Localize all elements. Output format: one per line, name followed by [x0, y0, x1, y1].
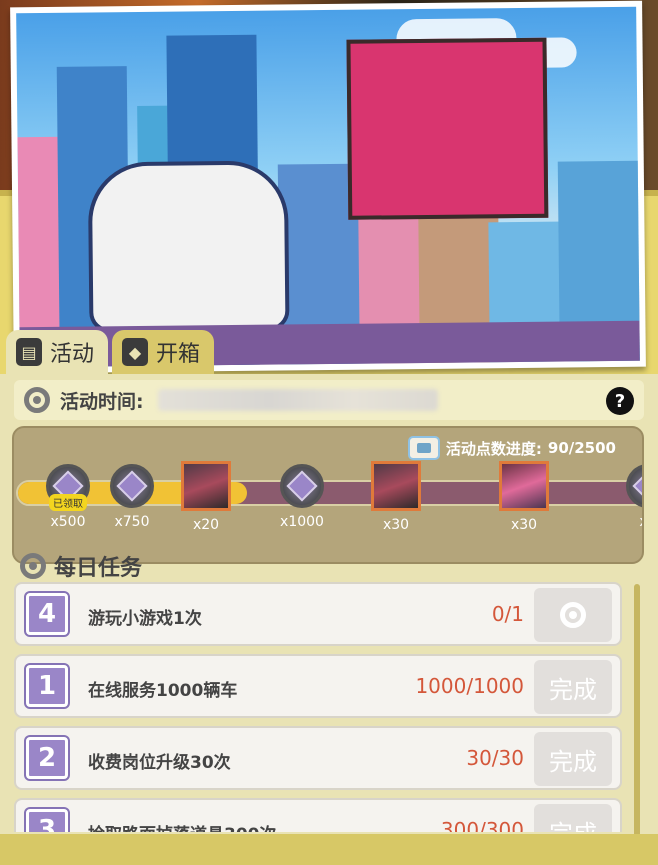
task-count: 30/30	[466, 746, 524, 770]
character-icon	[499, 461, 549, 511]
daily-task-list[interactable]: 4 游玩小游戏1次 0/1 1 在线服务1000辆车 1000/1000 完成 …	[14, 582, 624, 832]
reward-item[interactable]: x1000	[276, 464, 328, 530]
task-name: 捡取路面掉落道具300次	[88, 820, 277, 832]
task-row: 3 捡取路面掉落道具300次 300/300 完成	[14, 798, 622, 832]
reward-item[interactable]: x20	[180, 461, 232, 533]
activity-time-value-redacted: .	[157, 389, 438, 411]
task-count: 1000/1000	[415, 674, 524, 698]
reward-amount: x30	[510, 517, 538, 533]
tab-open-box-label: 开箱	[156, 342, 201, 367]
panel-bottom-edge	[0, 834, 658, 865]
help-button[interactable]: ?	[606, 387, 634, 415]
activity-time-row: 活动时间: . ?	[14, 380, 644, 420]
activity-time-label: 活动时间:	[60, 390, 144, 413]
task-number: 1	[26, 665, 68, 707]
gem-icon	[626, 464, 642, 508]
reward-amount: x500	[50, 514, 86, 530]
claimed-badge: 已领取	[49, 494, 87, 511]
task-number: 2	[26, 737, 68, 779]
points-progress-label: 活动点数进度: 90/2500	[407, 436, 616, 460]
progress-title: 活动点数进度:	[445, 439, 542, 458]
reward-item[interactable]: 已领取 x500	[42, 464, 94, 530]
robot-character	[346, 37, 549, 220]
character-icon	[181, 461, 231, 511]
reward-item[interactable]: x1	[622, 464, 642, 530]
swirl-icon	[24, 387, 50, 413]
reward-amount: x1000	[280, 514, 324, 530]
task-go-button[interactable]	[534, 588, 612, 642]
progress-value: 90/2500	[547, 439, 616, 457]
task-name: 游玩小游戏1次	[88, 609, 202, 629]
tab-activity-label: 活动	[50, 342, 95, 367]
daily-tasks-title: 每日任务	[54, 556, 143, 581]
swirl-icon	[20, 553, 46, 579]
task-number: 3	[26, 809, 68, 832]
activity-content: 活动时间: . ? 活动点数进度: 90/2500 已领取 x500 x750 …	[0, 374, 658, 865]
reward-item[interactable]: x750	[106, 464, 158, 530]
swirl-icon	[560, 602, 586, 628]
tab-activity[interactable]: ▤ 活动	[6, 330, 109, 374]
task-number: 4	[26, 593, 68, 635]
task-row: 4 游玩小游戏1次 0/1	[14, 582, 622, 646]
gem-icon	[110, 464, 154, 508]
gem-icon	[280, 464, 324, 508]
tab-bar: ▤ 活动 ◆ 开箱	[6, 330, 215, 374]
reward-item[interactable]: x30	[370, 461, 422, 533]
task-complete-button[interactable]: 完成	[534, 732, 612, 786]
reward-amount: x750	[114, 514, 150, 530]
police-character	[87, 160, 290, 333]
ticket-icon	[407, 436, 440, 460]
task-complete-button[interactable]: 完成	[534, 660, 612, 714]
reward-item[interactable]: x30	[498, 461, 550, 533]
box-icon: ◆	[122, 338, 149, 366]
banner-illustration	[16, 6, 640, 368]
character-icon	[371, 461, 421, 511]
task-count: 0/1	[491, 602, 524, 626]
reward-amount: x30	[382, 517, 410, 533]
daily-tasks-header: 每日任务	[20, 550, 142, 582]
task-name: 收费岗位升级30次	[88, 753, 231, 773]
task-count: 300/300	[440, 818, 524, 832]
book-icon: ▤	[16, 338, 42, 366]
task-list-scrollbar[interactable]	[634, 584, 640, 842]
event-banner	[10, 0, 646, 374]
task-name: 在线服务1000辆车	[88, 681, 238, 701]
tab-open-box[interactable]: ◆ 开箱	[112, 330, 215, 374]
reward-amount: x1	[622, 514, 642, 530]
reward-amount: x20	[192, 517, 220, 533]
points-progress: 活动点数进度: 90/2500 已领取 x500 x750 x20 x1000 …	[12, 426, 644, 564]
task-row: 2 收费岗位升级30次 30/30 完成	[14, 726, 622, 790]
task-row: 1 在线服务1000辆车 1000/1000 完成	[14, 654, 622, 718]
task-complete-button[interactable]: 完成	[534, 804, 612, 832]
